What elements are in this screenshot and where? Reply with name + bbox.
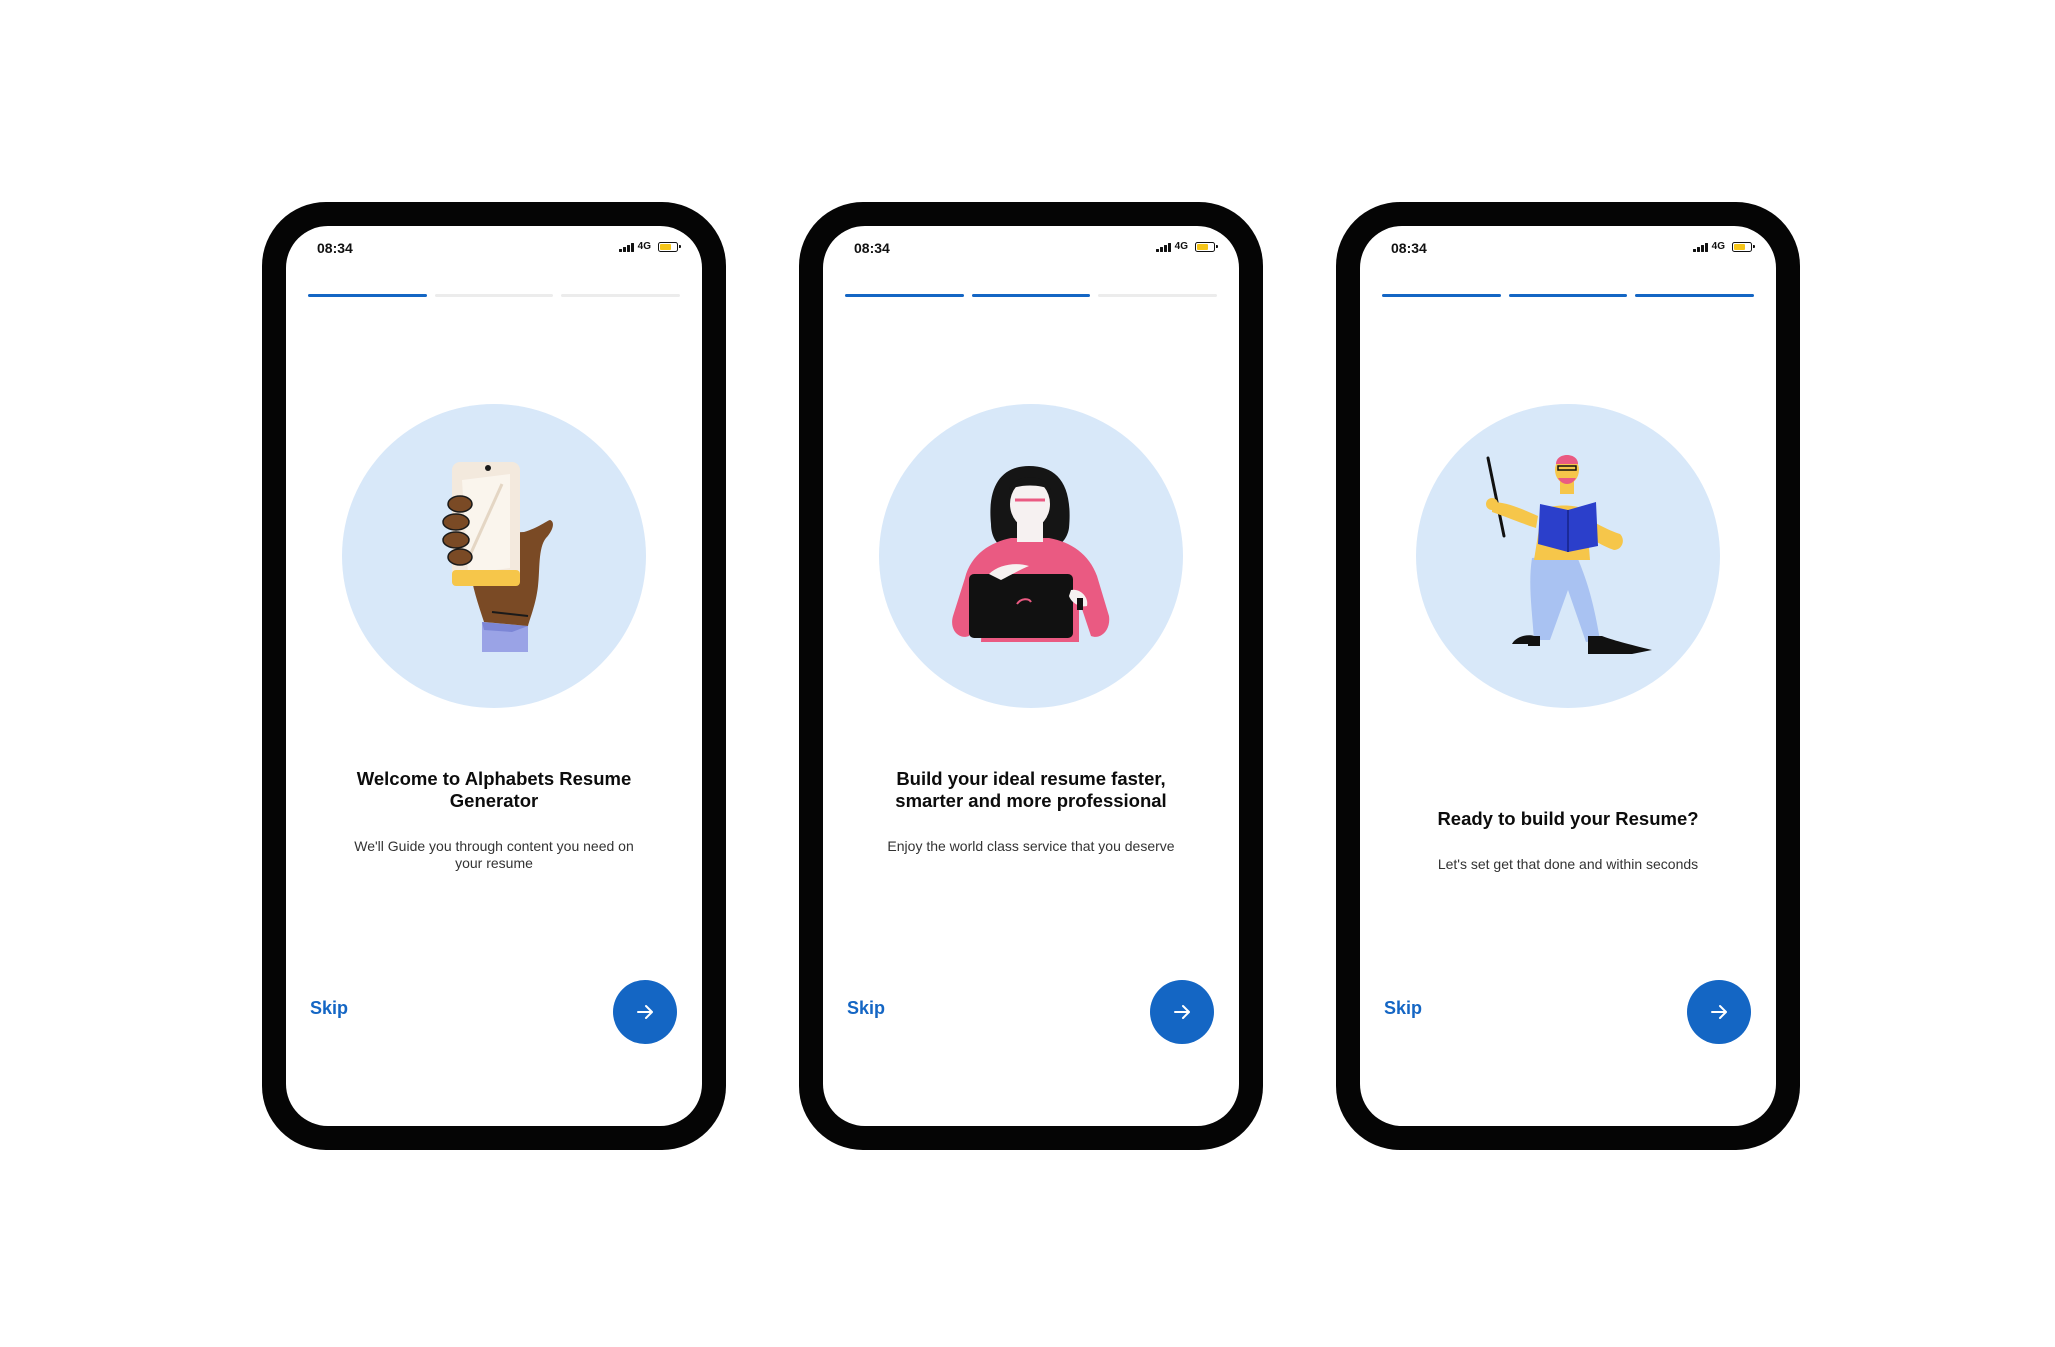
progress-segment-1	[1382, 294, 1501, 297]
onboarding-screen-1: 08:34 4G Welcome to Alphabets Resume Gen…	[286, 226, 702, 1126]
status-icons: 4G	[619, 241, 681, 252]
phone-frame-1: 08:34 4G Welcome to Alphabets Resume Gen…	[262, 202, 726, 1150]
progress-segment-3	[1635, 294, 1755, 297]
status-icons: 4G	[1156, 241, 1218, 252]
next-button[interactable]	[1150, 980, 1214, 1044]
skip-button[interactable]: Skip	[1384, 998, 1422, 1019]
progress-segment-3	[1098, 294, 1218, 297]
status-time: 08:34	[317, 240, 353, 256]
onboarding-title: Welcome to Alphabets Resume Generator	[356, 768, 632, 811]
status-bar: 08:34 4G	[1360, 226, 1776, 266]
network-label: 4G	[1711, 241, 1725, 252]
progress-segment-2	[434, 294, 554, 297]
signal-icon	[1156, 242, 1171, 252]
progress-indicator	[845, 294, 1218, 297]
signal-icon	[1693, 242, 1708, 252]
battery-icon	[1732, 241, 1755, 252]
man-with-book-and-pointer-illustration	[1416, 404, 1720, 708]
network-label: 4G	[637, 241, 651, 252]
next-button[interactable]	[613, 980, 677, 1044]
status-bar: 08:34 4G	[286, 226, 702, 266]
onboarding-stage: 08:34 4G Welcome to Alphabets Resume Gen…	[0, 0, 2055, 1347]
signal-icon	[619, 242, 634, 252]
onboarding-title: Ready to build your Resume?	[1437, 808, 1699, 829]
progress-indicator	[308, 294, 681, 297]
progress-segment-2	[1508, 294, 1628, 297]
phone-frame-2: 08:34 4G Build your ideal resume faster,…	[799, 202, 1263, 1150]
battery-icon	[658, 241, 681, 252]
battery-icon	[1195, 241, 1218, 252]
onboarding-subtitle: Enjoy the world class service that you d…	[887, 838, 1175, 854]
phone-frame-3: 08:34 4G Ready to build your Resume? Let…	[1336, 202, 1800, 1150]
onboarding-subtitle: We'll Guide you through content you need…	[354, 838, 634, 871]
progress-segment-2	[971, 294, 1091, 297]
skip-button[interactable]: Skip	[310, 998, 348, 1019]
woman-with-laptop-illustration	[879, 404, 1183, 708]
network-label: 4G	[1174, 241, 1188, 252]
progress-indicator	[1382, 294, 1755, 297]
status-bar: 08:34 4G	[823, 226, 1239, 266]
next-button[interactable]	[1687, 980, 1751, 1044]
onboarding-title: Build your ideal resume faster, smarter …	[895, 768, 1167, 811]
onboarding-screen-2: 08:34 4G Build your ideal resume faster,…	[823, 226, 1239, 1126]
progress-segment-1	[308, 294, 427, 297]
status-time: 08:34	[1391, 240, 1427, 256]
skip-button[interactable]: Skip	[847, 998, 885, 1019]
arrow-right-icon	[637, 1005, 653, 1019]
status-time: 08:34	[854, 240, 890, 256]
onboarding-subtitle: Let's set get that done and within secon…	[1437, 856, 1699, 872]
arrow-right-icon	[1174, 1005, 1190, 1019]
hand-holding-phone-illustration	[342, 404, 646, 708]
progress-segment-3	[561, 294, 681, 297]
progress-segment-1	[845, 294, 964, 297]
arrow-right-icon	[1711, 1005, 1727, 1019]
onboarding-screen-3: 08:34 4G Ready to build your Resume? Let…	[1360, 226, 1776, 1126]
status-icons: 4G	[1693, 241, 1755, 252]
